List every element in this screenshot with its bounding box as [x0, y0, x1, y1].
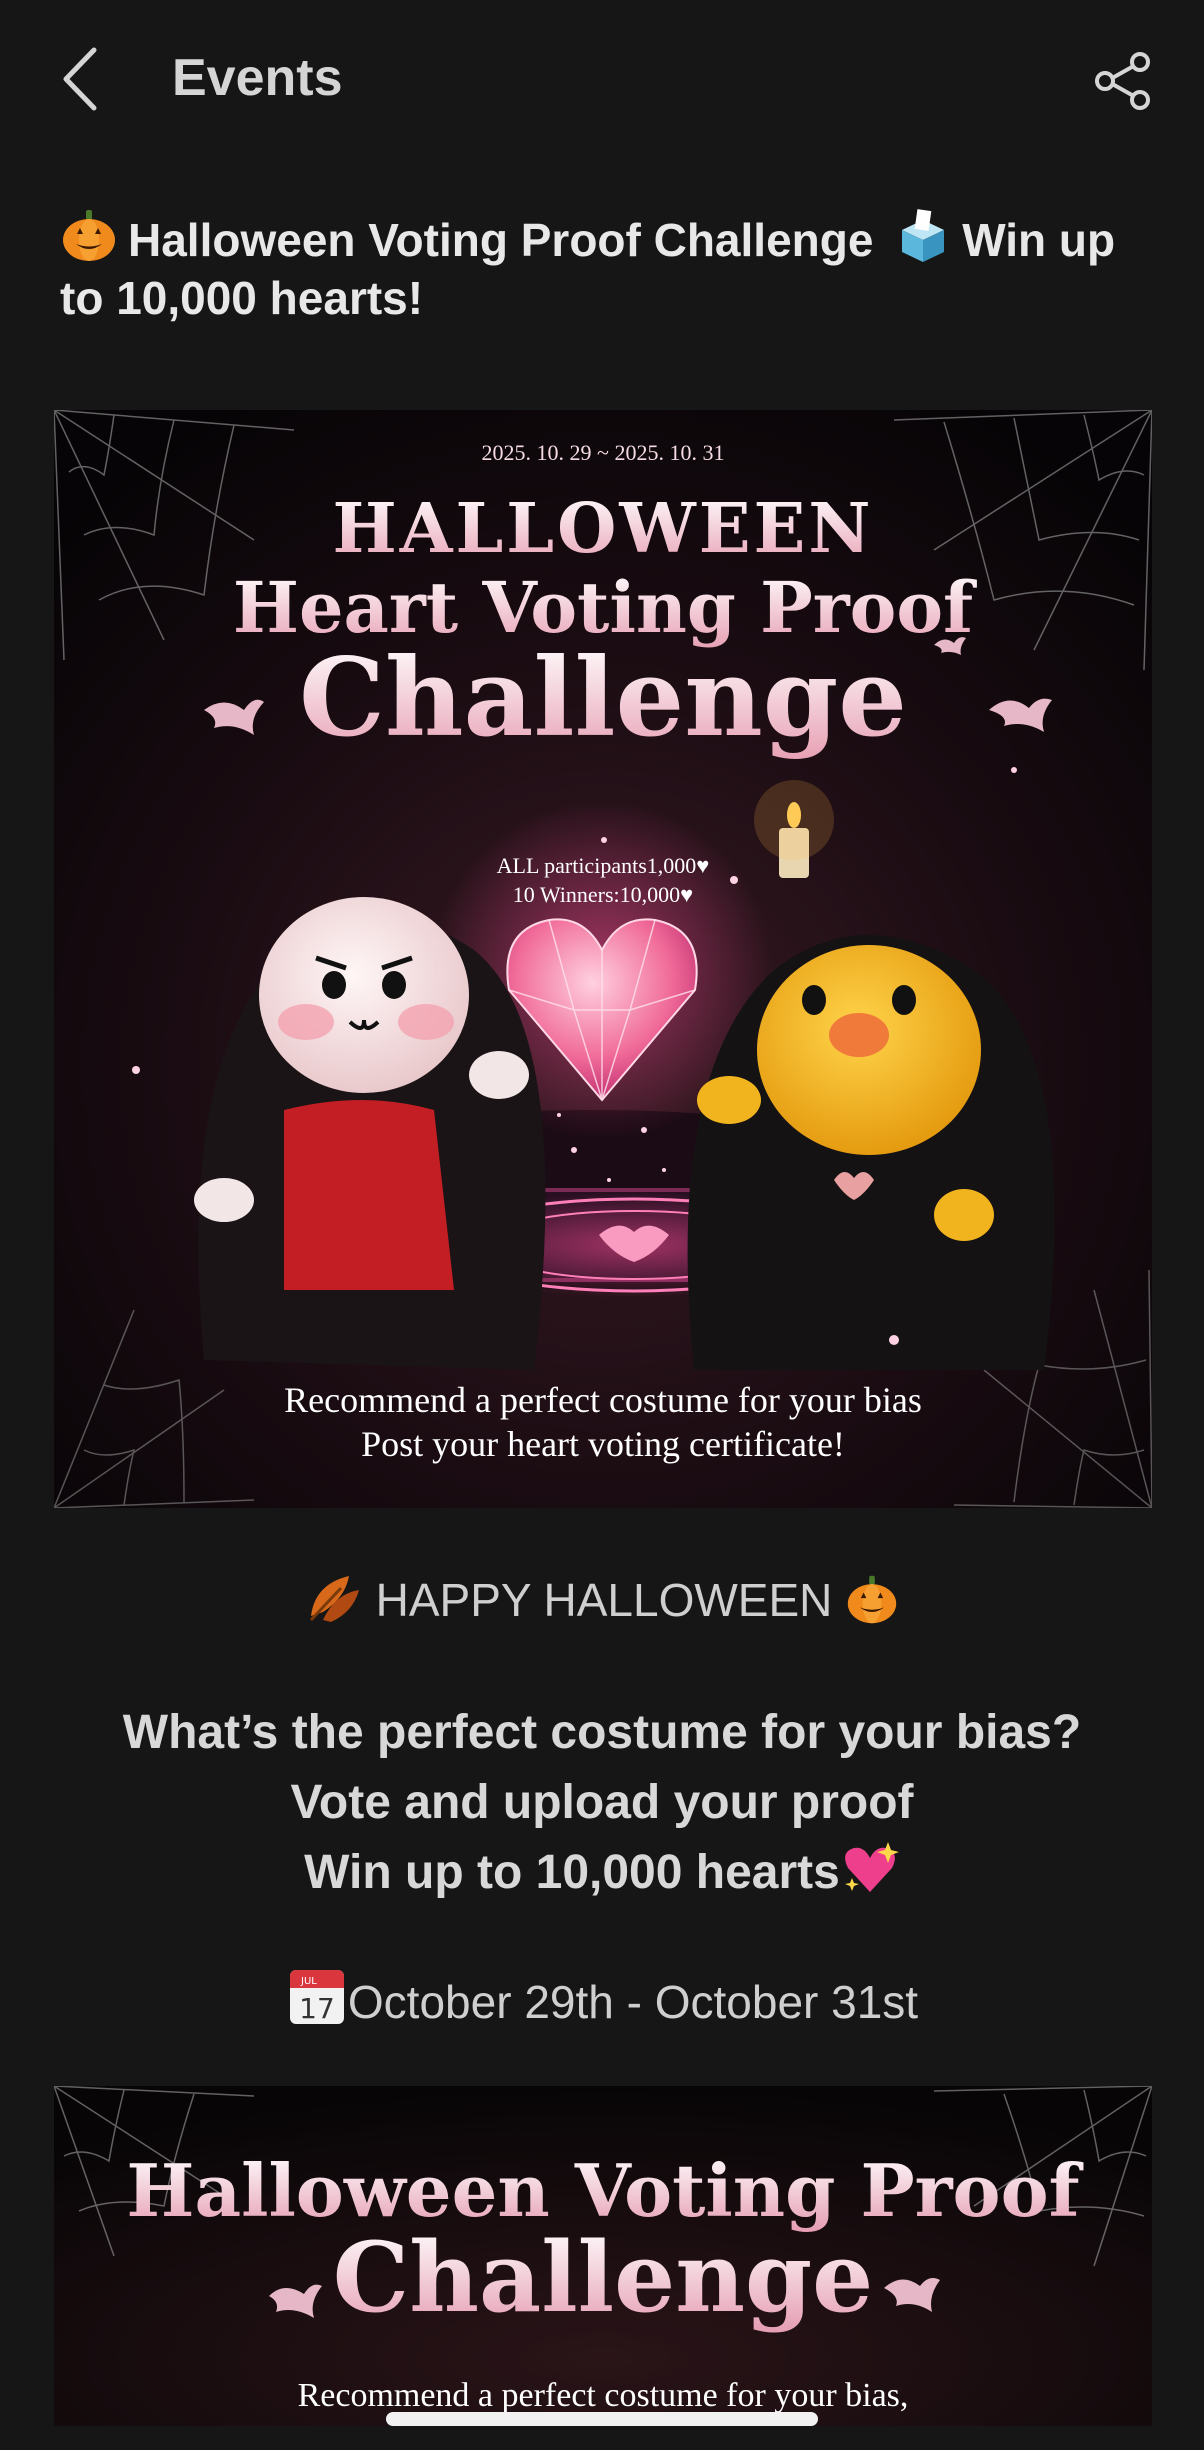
- question-line-1: What’s the perfect costume for your bias…: [122, 1706, 1082, 1759]
- happy-halloween-line: HAPPY HALLOWEEN: [0, 1568, 1204, 1627]
- share-icon: [1095, 52, 1150, 110]
- back-button[interactable]: [56, 44, 106, 114]
- event-dates-line: JUL 17 October 29th - October 31st: [0, 1966, 1204, 2029]
- event-banner-image: 2025. 10. 29 ~ 2025. 10. 31 HALLOWEEN He…: [54, 410, 1152, 1508]
- banner2-caption: Recommend a perfect costume for your bia…: [298, 2377, 909, 2414]
- ballot-box-icon: [902, 209, 945, 262]
- top-bar: Events: [0, 0, 1204, 160]
- question-line-3: Win up to 10,000 hearts: [0, 1838, 1204, 1908]
- banner-caption-2: Post your heart voting certificate!: [361, 1424, 845, 1464]
- event-detail-banner-image: Halloween Voting Proof Challenge Recomme…: [54, 2086, 1152, 2426]
- calendar-icon: JUL 17: [289, 1970, 344, 2025]
- banner-reward-winners: 10 Winners:10,000♥: [513, 882, 693, 907]
- banner-reward-all: ALL participants1,000♥: [497, 853, 710, 878]
- event-title: Halloween Voting Proof Challenge Win up …: [60, 206, 1150, 327]
- pumpkin-icon: [63, 210, 115, 261]
- banner2-heading-2: Challenge: [333, 2221, 873, 2334]
- calendar-day: 17: [299, 1992, 335, 2025]
- page-title: Events: [172, 49, 343, 107]
- happy-halloween-text: HAPPY HALLOWEEN: [375, 1574, 833, 1626]
- event-dates-text: October 29th - October 31st: [347, 1976, 919, 2028]
- share-button[interactable]: [1092, 50, 1154, 112]
- calendar-month: JUL: [300, 1976, 317, 1987]
- fallen-leaf-icon: [309, 1576, 359, 1622]
- sparkling-heart-icon: [844, 1842, 899, 1892]
- banner-caption-1: Recommend a perfect costume for your bia…: [284, 1380, 922, 1420]
- banner-heading-halloween: HALLOWEEN: [332, 489, 873, 569]
- chevron-left-icon: [63, 47, 97, 111]
- pumpkin-icon: [847, 1575, 897, 1624]
- home-indicator[interactable]: [386, 2412, 818, 2426]
- event-title-text-1: Halloween Voting Proof Challenge: [128, 214, 874, 266]
- banner-dates: 2025. 10. 29 ~ 2025. 10. 31: [482, 440, 725, 465]
- question-line-2: Vote and upload your proof: [290, 1776, 914, 1829]
- question-line-3-text: Win up to 10,000 hearts: [304, 1846, 840, 1899]
- banner-heading-challenge: Challenge: [299, 635, 907, 761]
